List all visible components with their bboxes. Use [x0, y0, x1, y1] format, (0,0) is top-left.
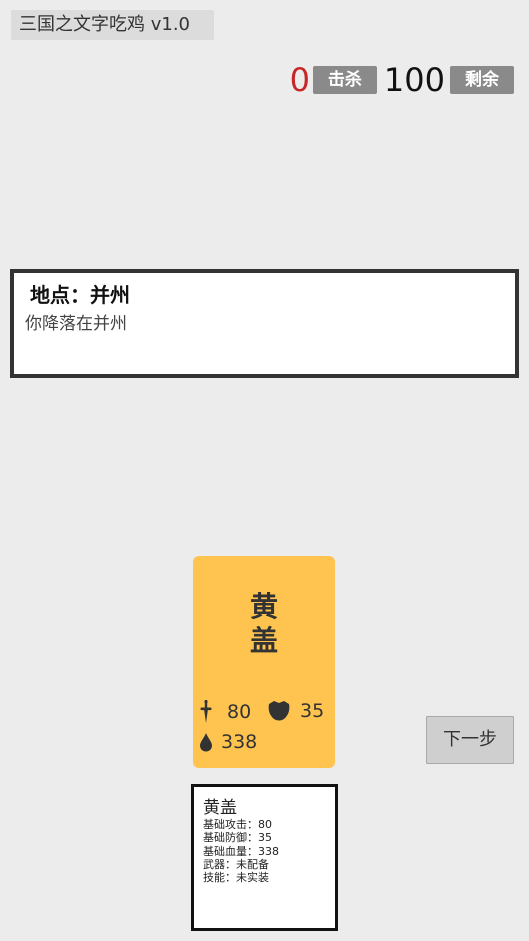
event-log: 你降落在并州 [25, 314, 127, 334]
hp-stat: 338 [199, 731, 257, 753]
info-line-attack: 基础攻击：80 [203, 818, 272, 831]
character-card[interactable]: 黄 盖 80 35 338 [193, 556, 335, 768]
location-panel: 地点：并州 你降落在并州 [10, 269, 519, 378]
info-line-defense: 基础防御：35 [203, 831, 272, 845]
remaining-count: 100 [383, 61, 445, 99]
shield-icon [268, 700, 290, 722]
defense-value: 35 [300, 700, 325, 722]
location-title: 地点：并州 [30, 283, 130, 307]
info-line-weapon: 武器：未配备 [203, 857, 269, 871]
card-name-char: 黄 [249, 590, 278, 623]
card-name-char: 盖 [249, 624, 278, 657]
info-line-hp: 基础血量：338 [203, 844, 279, 858]
attack-value: 80 [227, 701, 252, 723]
remaining-badge: 剩余 [450, 66, 514, 94]
kills-badge: 击杀 [312, 66, 377, 94]
app-title: 三国之文字吃鸡 v1.0 [11, 10, 214, 40]
info-character-name: 黄盖 [203, 798, 237, 818]
card-name: 黄 盖 [193, 590, 335, 658]
defense-stat: 35 [268, 700, 324, 722]
sword-icon [199, 700, 213, 724]
info-line-skill: 技能：未实装 [203, 871, 269, 885]
attack-stat: 80 [199, 700, 251, 724]
stats-bar: 0 击杀 100 剩余 [290, 61, 514, 99]
info-details: 基础攻击：80 基础防御：35 基础血量：338 武器：未配备 技能：未实装 [203, 818, 279, 884]
next-step-button[interactable]: 下一步 [426, 716, 514, 764]
character-info-panel: 黄盖 基础攻击：80 基础防御：35 基础血量：338 武器：未配备 技能：未实… [191, 784, 338, 931]
kill-count: 0 [289, 61, 310, 99]
hp-value: 338 [221, 731, 258, 753]
blood-drop-icon [199, 732, 213, 752]
